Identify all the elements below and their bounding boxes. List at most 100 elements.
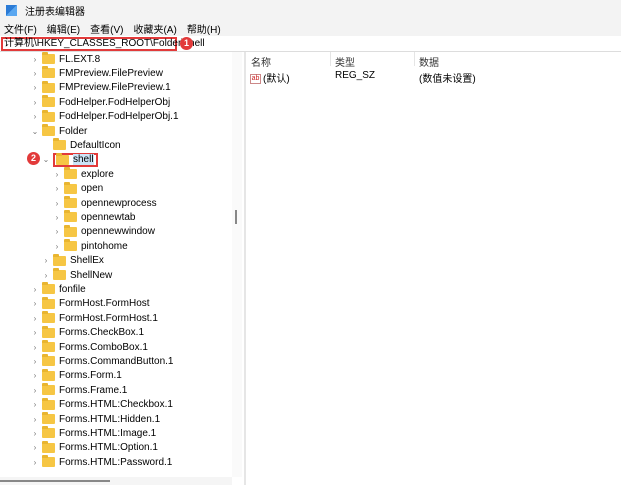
tree-item[interactable]: › FMPreview.FilePreview.1 bbox=[31, 80, 171, 95]
folder-icon bbox=[53, 253, 66, 266]
tree-item[interactable]: ⌄ Folder bbox=[31, 124, 87, 138]
chevron-right-icon[interactable]: › bbox=[53, 213, 61, 222]
column-separator[interactable] bbox=[414, 52, 415, 66]
folder-icon bbox=[53, 268, 66, 280]
values-pane: 名称 类型 数据 ab (默认) REG_SZ (数值未设置) bbox=[246, 52, 621, 485]
tree-item[interactable]: › Forms.HTML:Checkbox.1 bbox=[31, 397, 173, 412]
menu-help[interactable]: 帮助(H) bbox=[187, 21, 221, 36]
tree-item-label: FodHelper.FodHelperObj.1 bbox=[59, 111, 179, 123]
folder-icon bbox=[64, 239, 77, 252]
chevron-right-icon[interactable]: › bbox=[31, 343, 39, 352]
tree-item[interactable]: › pintohome bbox=[53, 239, 128, 253]
tree-item[interactable]: › FodHelper.FodHelperObj.1 bbox=[31, 109, 179, 124]
tree-horizontal-scrollbar[interactable] bbox=[0, 477, 232, 485]
tree-item[interactable]: › open bbox=[53, 181, 103, 196]
folder-icon bbox=[42, 368, 55, 381]
column-header-data[interactable]: 数据 bbox=[419, 54, 439, 69]
tree-item-label: fonfile bbox=[59, 283, 86, 295]
tree-item[interactable]: DefaultIcon bbox=[42, 138, 121, 152]
folder-icon bbox=[42, 340, 55, 352]
tree-item[interactable]: › explore bbox=[53, 167, 114, 181]
tree-item[interactable]: › ShellNew bbox=[42, 268, 112, 282]
chevron-down-icon[interactable]: ⌄ bbox=[42, 155, 50, 164]
tree-item[interactable]: › opennewwindow bbox=[53, 224, 155, 239]
scrollbar-thumb[interactable] bbox=[235, 210, 237, 224]
column-header-type[interactable]: 类型 bbox=[335, 54, 355, 69]
tree-item-label: FormHost.FormHost bbox=[59, 298, 150, 310]
chevron-right-icon[interactable]: › bbox=[31, 314, 39, 323]
chevron-right-icon[interactable]: › bbox=[31, 429, 39, 438]
chevron-right-icon[interactable]: › bbox=[53, 184, 61, 193]
folder-icon bbox=[42, 440, 55, 453]
chevron-down-icon[interactable]: ⌄ bbox=[31, 127, 39, 136]
chevron-right-icon[interactable]: › bbox=[31, 443, 39, 452]
tree-item-label: Forms.HTML:Hidden.1 bbox=[59, 413, 161, 425]
folder-icon bbox=[42, 412, 55, 424]
folder-icon bbox=[42, 124, 55, 136]
chevron-right-icon[interactable]: › bbox=[42, 271, 50, 280]
address-bar[interactable]: 计算机\HKEY_CLASSES_ROOT\Folder\shell 1 bbox=[0, 36, 621, 52]
chevron-right-icon[interactable]: › bbox=[31, 357, 39, 366]
tree-item-label: Forms.ComboBox.1 bbox=[59, 341, 148, 353]
folder-icon bbox=[42, 109, 55, 122]
tree-item[interactable]: › fonfile bbox=[31, 282, 86, 296]
tree-item[interactable]: › FL.EXT.8 bbox=[31, 52, 100, 66]
chevron-right-icon[interactable]: › bbox=[31, 98, 39, 107]
tree-item-label: Forms.CommandButton.1 bbox=[59, 355, 174, 367]
tree-item[interactable]: › Forms.Frame.1 bbox=[31, 383, 127, 397]
chevron-right-icon[interactable]: › bbox=[31, 415, 39, 424]
folder-icon bbox=[64, 210, 77, 223]
tree-vertical-scrollbar[interactable] bbox=[232, 52, 242, 477]
chevron-right-icon[interactable]: › bbox=[31, 400, 39, 409]
chevron-right-icon[interactable]: › bbox=[31, 83, 39, 92]
menu-favorites[interactable]: 收藏夹(A) bbox=[133, 21, 176, 36]
chevron-right-icon[interactable]: › bbox=[42, 256, 50, 265]
tree-item[interactable]: ⌄ shell bbox=[42, 152, 98, 167]
tree-item[interactable]: › Forms.ComboBox.1 bbox=[31, 340, 148, 354]
address-path[interactable]: 计算机\HKEY_CLASSES_ROOT\Folder\shell bbox=[1, 37, 205, 51]
column-header-name[interactable]: 名称 bbox=[251, 54, 271, 69]
folder-icon bbox=[64, 224, 77, 237]
value-data: (数值未设置) bbox=[419, 74, 476, 85]
chevron-right-icon[interactable]: › bbox=[31, 55, 39, 64]
tree-item[interactable]: › FodHelper.FodHelperObj bbox=[31, 95, 170, 109]
chevron-right-icon[interactable]: › bbox=[31, 285, 39, 294]
chevron-right-icon[interactable]: › bbox=[31, 112, 39, 121]
column-separator[interactable] bbox=[330, 52, 331, 66]
tree-item-label: Forms.HTML:Option.1 bbox=[59, 442, 158, 454]
tree-item-label: explore bbox=[81, 168, 114, 180]
value-name: (默认) bbox=[263, 74, 290, 85]
tree-item[interactable]: › FormHost.FormHost bbox=[31, 296, 150, 311]
scrollbar-thumb[interactable] bbox=[0, 480, 110, 482]
chevron-right-icon[interactable]: › bbox=[53, 242, 61, 251]
folder-icon bbox=[42, 383, 55, 396]
chevron-right-icon[interactable]: › bbox=[31, 386, 39, 395]
tree-item-label: Folder bbox=[59, 125, 88, 137]
tree-item[interactable]: › Forms.HTML:Image.1 bbox=[31, 426, 156, 440]
tree-item[interactable]: › opennewprocess bbox=[53, 196, 157, 210]
folder-icon bbox=[42, 52, 55, 64]
tree-item[interactable]: › FormHost.FormHost.1 bbox=[31, 311, 158, 325]
tree-item[interactable]: › FMPreview.FilePreview bbox=[31, 66, 163, 80]
chevron-right-icon[interactable]: › bbox=[31, 371, 39, 380]
folder-icon bbox=[64, 181, 77, 194]
tree-item[interactable]: › Forms.HTML:Option.1 bbox=[31, 440, 158, 455]
tree-item[interactable]: › Forms.CommandButton.1 bbox=[31, 354, 174, 368]
tree-item[interactable]: › ShellEx bbox=[42, 253, 104, 268]
chevron-right-icon[interactable]: › bbox=[31, 458, 39, 467]
tree-item[interactable]: › Forms.HTML:Password.1 bbox=[31, 455, 172, 469]
tree-item[interactable]: › Forms.Form.1 bbox=[31, 368, 122, 383]
chevron-right-icon[interactable]: › bbox=[53, 199, 61, 208]
tree-item[interactable]: › opennewtab bbox=[53, 210, 136, 224]
chevron-right-icon[interactable]: › bbox=[31, 328, 39, 337]
chevron-right-icon[interactable]: › bbox=[53, 170, 61, 179]
chevron-right-icon[interactable]: › bbox=[53, 227, 61, 236]
chevron-right-icon[interactable]: › bbox=[31, 299, 39, 308]
tree-item[interactable]: › Forms.HTML:Hidden.1 bbox=[31, 412, 160, 426]
menu-edit[interactable]: 编辑(E) bbox=[47, 21, 80, 36]
chevron-right-icon[interactable]: › bbox=[31, 69, 39, 78]
menu-file[interactable]: 文件(F) bbox=[4, 21, 37, 36]
menu-view[interactable]: 查看(V) bbox=[90, 21, 123, 36]
tree-item[interactable]: › Forms.CheckBox.1 bbox=[31, 325, 144, 340]
menu-bar: 文件(F) 编辑(E) 查看(V) 收藏夹(A) 帮助(H) bbox=[0, 20, 621, 36]
